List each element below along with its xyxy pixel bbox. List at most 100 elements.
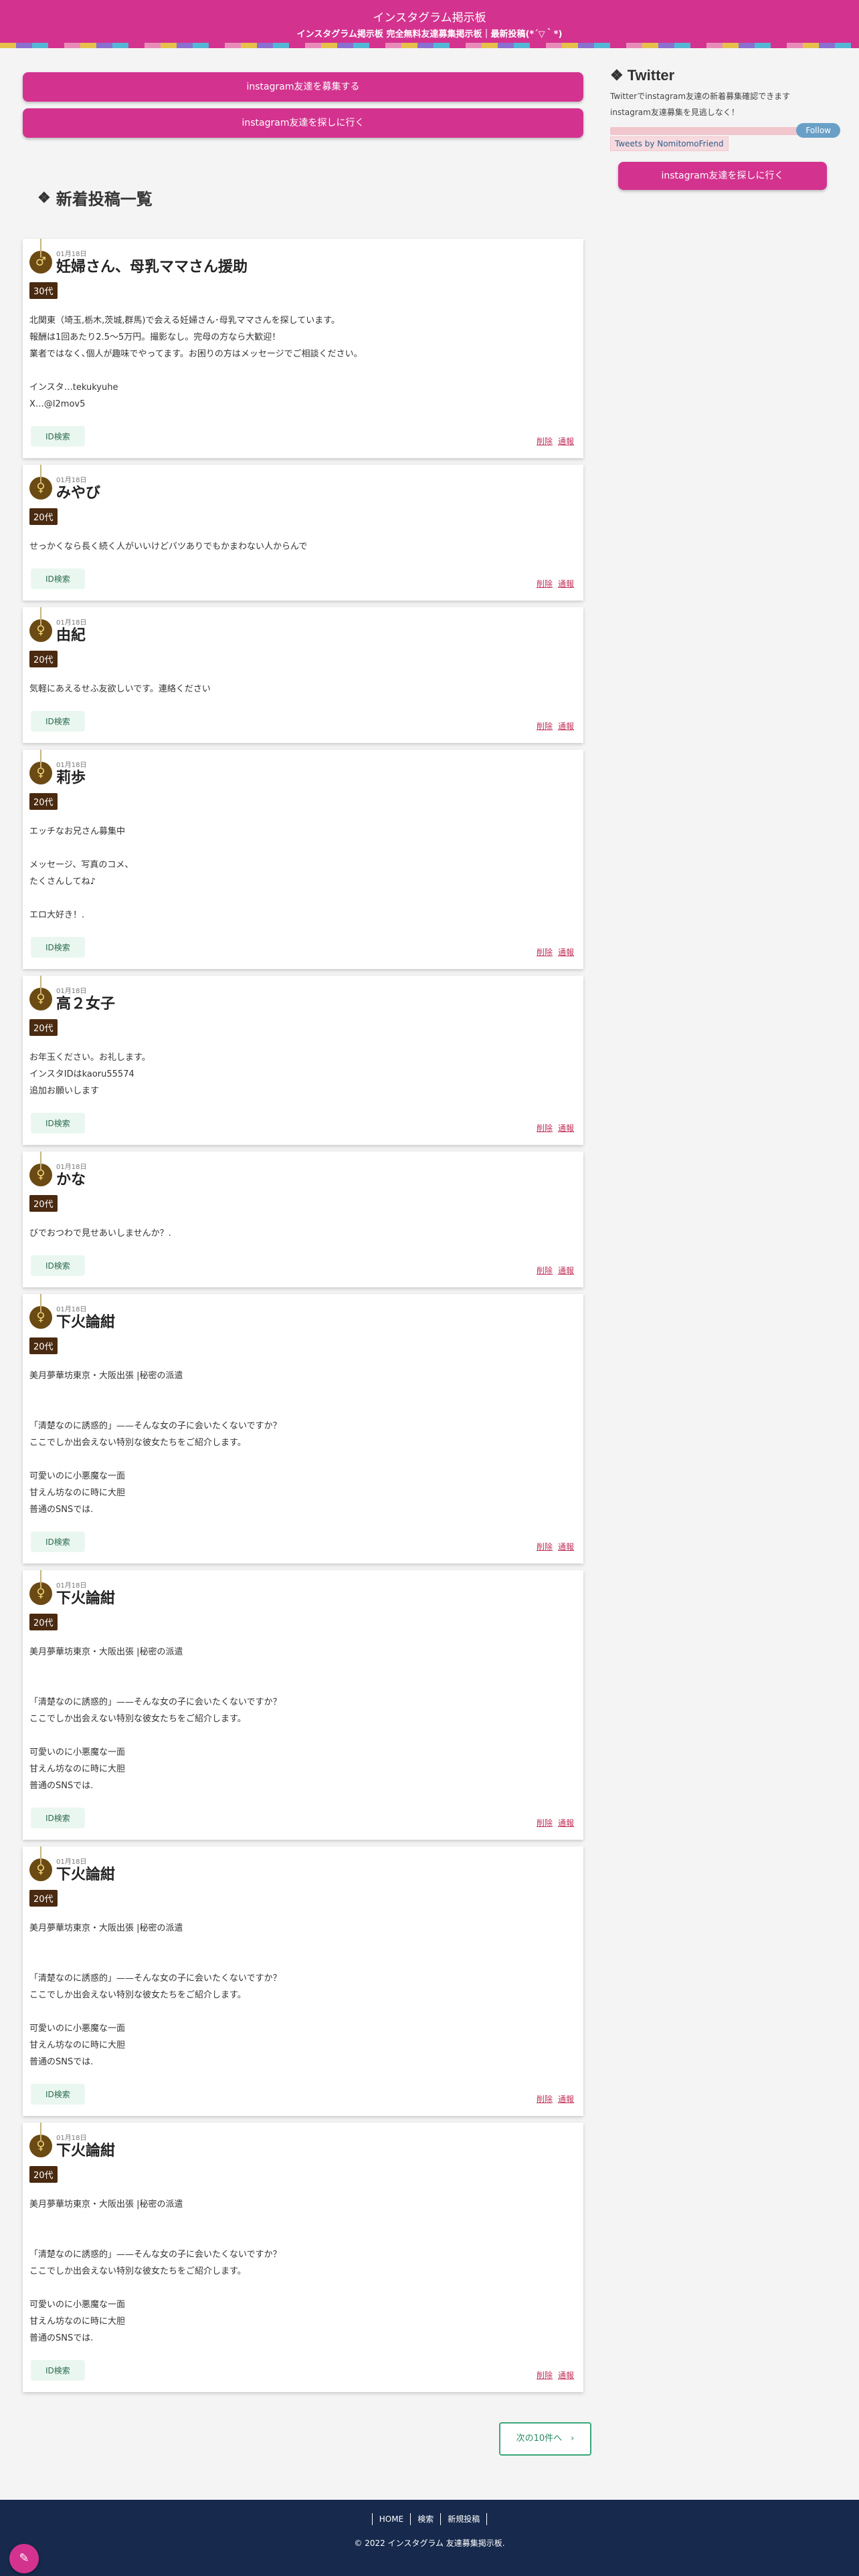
post-header: ♀ 01月18日 由紀	[29, 617, 583, 644]
diamond-icon: ❖	[37, 189, 51, 206]
footer-link-search[interactable]: 検索	[410, 2513, 441, 2525]
report-link[interactable]: 通報	[558, 1818, 574, 1828]
age-badge: 20代	[29, 1614, 58, 1630]
find-friends-button[interactable]: instagram友達を探しに行く	[23, 108, 583, 138]
report-link[interactable]: 通報	[558, 1266, 574, 1275]
post-footer: ID検索 削除 通報	[23, 934, 583, 962]
post-header: ♂ 01月18日 妊婦さん、母乳ママさん援助	[29, 248, 583, 276]
post-footer: ID検索 削除 通報	[23, 1110, 583, 1138]
post-header: ♀ 01月18日 下火論紺	[29, 2132, 583, 2159]
post-title[interactable]: 高２女子	[56, 995, 115, 1012]
delete-link[interactable]: 削除	[537, 1542, 553, 1551]
report-link[interactable]: 通報	[558, 722, 574, 731]
footer: HOME 検索 新規投稿 © 2022 インスタグラム 友達募集掲示板.	[0, 2500, 859, 2576]
post-body: びでおつわで見せあいしませんか？.	[29, 1228, 171, 1239]
id-search-button[interactable]: ID検索	[31, 1808, 85, 1828]
report-link[interactable]: 通報	[558, 948, 574, 957]
post-header: ♀ 01月18日 莉歩	[29, 759, 583, 786]
post-date: 01月18日	[56, 1306, 87, 1313]
post-title[interactable]: 莉歩	[56, 769, 86, 786]
report-link[interactable]: 通報	[558, 579, 574, 588]
post-footer: ID検索削除 通報	[23, 1253, 583, 1281]
footer-link-new-post[interactable]: 新規投稿	[440, 2513, 488, 2525]
post-footer: ID検索削除 通報	[23, 423, 583, 451]
copyright: © 2022 インスタグラム 友達募集掲示板.	[354, 2539, 505, 2548]
post-body: 美月夢華坊東京・大阪出張 |秘密の派遣 「清楚なのに誘惑的」——そんな女の子に会…	[29, 1923, 282, 2067]
id-search-button[interactable]: ID検索	[31, 2084, 85, 2105]
report-link[interactable]: 通報	[558, 1542, 574, 1551]
post-title[interactable]: 妊婦さん、母乳ママさん援助	[56, 258, 248, 276]
site-header: インスタグラム掲示板 インスタグラム掲示板 完全無料友達募集掲示板｜最新投稿(*…	[0, 0, 859, 48]
delete-link[interactable]: 削除	[537, 948, 553, 957]
sidebar-find-friends-button[interactable]: instagram友達を探しに行く	[618, 162, 827, 190]
sidebar: ❖ Twitter Twitterでinstagram友達の新着募集確認できます…	[610, 67, 840, 190]
post-title[interactable]: 由紀	[56, 627, 86, 644]
report-link[interactable]: 通報	[558, 1123, 574, 1133]
twitter-heading: ❖ Twitter	[610, 67, 840, 84]
post-card: ♂ 01月18日 妊婦さん、母乳ママさん援助 30代北関東（埼玉,栃木,茨城,群馬)で…	[23, 239, 583, 458]
delete-link[interactable]: 削除	[537, 1123, 553, 1133]
post-footer: ID検索削除 通報	[23, 708, 583, 736]
post-footer: ID検索 削除 通報	[23, 1805, 583, 1833]
post-date: 01月18日	[56, 477, 87, 484]
post-date: 01月18日	[56, 1164, 87, 1171]
footer-link-home[interactable]: HOME	[371, 2513, 411, 2525]
id-search-button[interactable]: ID検索	[31, 711, 85, 732]
post-links: 削除 通報	[531, 1817, 574, 1828]
report-link[interactable]: 通報	[558, 2095, 574, 2104]
post-title[interactable]: 下火論紺	[56, 1590, 115, 1607]
section-heading: ❖ 新着投稿一覧	[37, 186, 585, 209]
twitter-description: Twitterでinstagram友達の新着募集確認できます instagram…	[610, 92, 791, 117]
age-badge: 30代	[29, 282, 58, 299]
id-search-button[interactable]: ID検索	[31, 1255, 85, 1276]
section-title: 新着投稿一覧	[56, 191, 153, 209]
post-footer: ID検索削除 通報	[23, 1529, 583, 1557]
post-header: ♀ 01月18日 下火論紺	[29, 1856, 583, 1883]
post-card: ♀ 01月18日 かな 20代 びでおつわで見せあいしませんか？. ID検索 削除 通報	[23, 1152, 583, 1287]
id-search-button[interactable]: ID検索	[31, 1113, 85, 1134]
id-search-button[interactable]: ID検索	[31, 568, 85, 589]
id-search-button[interactable]: ID検索	[31, 937, 85, 958]
tweets-link[interactable]: Tweets by NomitomoFriend	[610, 136, 729, 151]
recruit-friends-button[interactable]: instagram友達を募集する	[23, 72, 583, 102]
post-body: せっかくなら長く続く人がいいけどバツありでもかまわない人からんで	[29, 542, 308, 552]
post-date: 01月18日	[56, 251, 87, 258]
post-header: ♀ 01月18日 みやび	[29, 474, 583, 502]
post-title[interactable]: みやび	[56, 484, 100, 502]
delete-link[interactable]: 削除	[537, 2095, 553, 2104]
id-search-button[interactable]: ID検索	[31, 1531, 85, 1552]
post-head-text: 01月18日 妊婦さん、母乳ママさん援助	[56, 248, 248, 276]
post-title[interactable]: 下火論紺	[56, 1866, 115, 1883]
age-badge: 20代	[29, 1195, 58, 1212]
delete-link[interactable]: 削除	[537, 437, 553, 446]
post-title[interactable]: かな	[56, 1171, 86, 1188]
id-search-button[interactable]: ID検索	[31, 2360, 85, 2381]
post-list: ♂ 01月18日 妊婦さん、母乳ママさん援助 30代北関東（埼玉,栃木,茨城,群馬)で…	[23, 239, 585, 2392]
post-card: ♀ 01月18日 下火論紺 20代 美月夢華坊東京・大阪出張 |秘密の派遣 「清楚なのに…	[23, 1570, 583, 1840]
delete-link[interactable]: 削除	[537, 1266, 553, 1275]
post-line	[40, 1846, 41, 1865]
follow-button[interactable]: Follow	[796, 123, 840, 138]
id-search-button[interactable]: ID検索	[31, 426, 85, 447]
report-link[interactable]: 通報	[558, 437, 574, 446]
post-line	[40, 750, 41, 768]
new-post-fab[interactable]: ✎	[9, 2544, 39, 2573]
site-title[interactable]: インスタグラム掲示板	[0, 8, 859, 25]
post-card: ♀ 01月18日 高２女子 20代 お年玉ください。お礼します。 インスタIDはkaor…	[23, 976, 583, 1145]
post-date: 01月18日	[56, 2135, 87, 2142]
delete-link[interactable]: 削除	[537, 1818, 553, 1828]
post-title[interactable]: 下火論紺	[56, 2142, 115, 2159]
next-page-button[interactable]: 次の10件へ ›	[499, 2422, 591, 2456]
report-link[interactable]: 通報	[558, 2371, 574, 2380]
post-links: 削除 通報	[531, 946, 574, 958]
post-line	[40, 465, 41, 484]
delete-link[interactable]: 削除	[537, 579, 553, 588]
delete-link[interactable]: 削除	[537, 2371, 553, 2380]
post-date: 01月18日	[56, 988, 87, 995]
post-card: ♀ 01月18日 莉歩 20代 エッチなお兄さん募集中 メッセージ、写真のコメ、 たくさ…	[23, 750, 583, 969]
delete-link[interactable]: 削除	[537, 722, 553, 731]
post-head-text: 01月18日 かな	[56, 1161, 86, 1188]
post-title[interactable]: 下火論紺	[56, 1313, 115, 1331]
post-body: 北関東（埼玉,栃木,茨城,群馬)で会える妊婦さん･母乳ママさんを探しています。 …	[29, 316, 363, 409]
post-links: 削除 通報	[531, 2369, 574, 2381]
